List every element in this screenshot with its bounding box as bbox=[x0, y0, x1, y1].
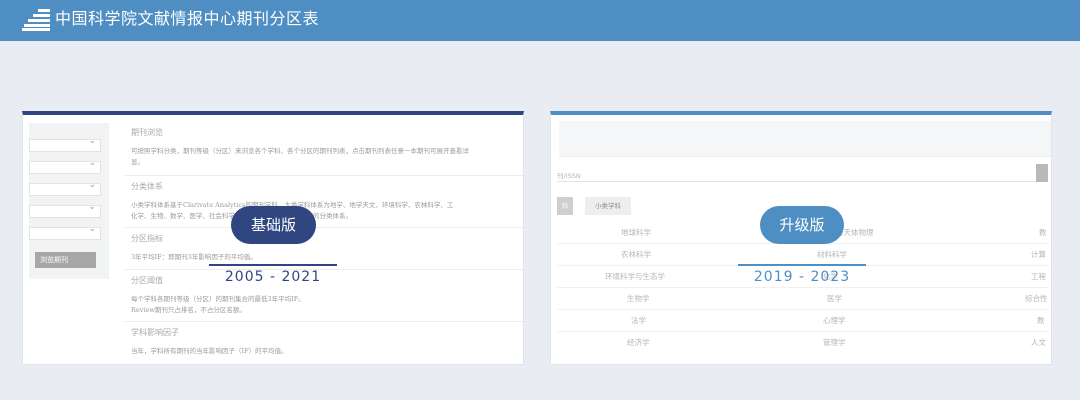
upgrade-top-bar bbox=[559, 121, 1051, 157]
section-text: 显。 bbox=[131, 158, 144, 166]
section-heading: 分类体系 bbox=[131, 182, 163, 191]
subject-link[interactable]: 管理学 bbox=[823, 337, 846, 348]
filter-select-1[interactable] bbox=[29, 136, 101, 152]
row-divider bbox=[557, 287, 1049, 288]
subject-link[interactable]: 数 bbox=[1039, 227, 1047, 238]
top-header: 中国科学院文献情报中心期刊分区表 bbox=[0, 0, 1080, 41]
subject-link[interactable]: 地球科学 bbox=[621, 227, 651, 238]
basic-content: 期刊浏览 可按照学科分类，期刊等级（分区）来浏览各个学科、各个分区的期刊列表，点… bbox=[125, 115, 523, 364]
upgrade-years-underline bbox=[738, 264, 866, 266]
section-text: 小类学科体系基于Clarivate Analytics的期刊学科，大类学科体系为… bbox=[131, 201, 454, 209]
section-text: 每个学科各期刊等级（分区）的期刊集合的最低3年平均IF。 bbox=[131, 295, 305, 303]
search-underline bbox=[557, 181, 1047, 182]
upgrade-years-label: 2019 - 2023 bbox=[753, 269, 851, 285]
section-heading: 分区阈值 bbox=[131, 276, 163, 285]
section-text: 可按照学科分类，期刊等级（分区）来浏览各个学科、各个分区的期刊列表，点击期刊列表… bbox=[131, 147, 469, 155]
subject-link[interactable]: 材料科学 bbox=[817, 249, 847, 260]
filter-select-2[interactable] bbox=[29, 158, 101, 174]
section-heading: 期刊浏览 bbox=[131, 128, 163, 137]
site-title: 中国科学院文献情报中心期刊分区表 bbox=[55, 9, 320, 28]
section-text: 当年，学科所有期刊的当年影响因子（IF）的平均值。 bbox=[131, 347, 288, 355]
subject-link[interactable]: 环境科学与生态学 bbox=[605, 271, 665, 282]
search-input[interactable]: 刊/ISSN bbox=[557, 170, 581, 180]
filter-select-4[interactable] bbox=[29, 202, 101, 218]
subject-link[interactable]: 数 bbox=[1037, 315, 1045, 326]
filter-sidebar: 浏览期刊 bbox=[29, 123, 109, 279]
divider bbox=[125, 321, 523, 322]
section-text: Review期刊只占排名，不占分区名额。 bbox=[131, 306, 246, 314]
subject-link[interactable]: 工程 bbox=[1031, 271, 1046, 282]
section-heading: 学科影响因子 bbox=[131, 328, 179, 337]
subject-link[interactable]: 综合性 bbox=[1025, 293, 1048, 304]
tab-minor-category[interactable]: 小类学科 bbox=[585, 197, 631, 215]
subject-link[interactable]: 农林科学 bbox=[621, 249, 651, 260]
section-text: 化学、生物、数学、医学、社会科学等，并由期刊等学科所构成的分类体系。 bbox=[131, 211, 523, 222]
basic-edition-badge[interactable]: 基础版 bbox=[231, 206, 316, 244]
stairs-logo-icon[interactable] bbox=[22, 9, 50, 31]
upgrade-edition-badge[interactable]: 升级版 bbox=[760, 206, 844, 244]
subject-link[interactable]: 医学 bbox=[827, 293, 842, 304]
divider bbox=[125, 227, 523, 228]
browse-journals-button[interactable]: 浏览期刊 bbox=[35, 252, 96, 268]
subject-link[interactable]: 心理学 bbox=[823, 315, 846, 326]
row-divider bbox=[557, 309, 1049, 310]
row-divider bbox=[557, 331, 1049, 332]
filter-select-5[interactable] bbox=[29, 224, 101, 240]
subject-link[interactable]: 经济学 bbox=[627, 337, 650, 348]
basic-years-underline bbox=[209, 264, 337, 266]
section-text: 3年平均IF：即期刊3年影响因子的平均值。 bbox=[131, 253, 257, 261]
tab-major-category[interactable]: 科 bbox=[557, 197, 573, 215]
basic-years-label: 2005 - 2021 bbox=[224, 269, 322, 285]
divider bbox=[125, 175, 523, 176]
section-heading: 分区指标 bbox=[131, 234, 163, 243]
subject-link[interactable]: 生物学 bbox=[627, 293, 650, 304]
subject-link[interactable]: 人文 bbox=[1031, 337, 1046, 348]
search-button[interactable] bbox=[1036, 164, 1048, 182]
subject-link[interactable]: 法学 bbox=[631, 315, 646, 326]
filter-select-3[interactable] bbox=[29, 180, 101, 196]
subject-link[interactable]: 计算 bbox=[1031, 249, 1046, 260]
